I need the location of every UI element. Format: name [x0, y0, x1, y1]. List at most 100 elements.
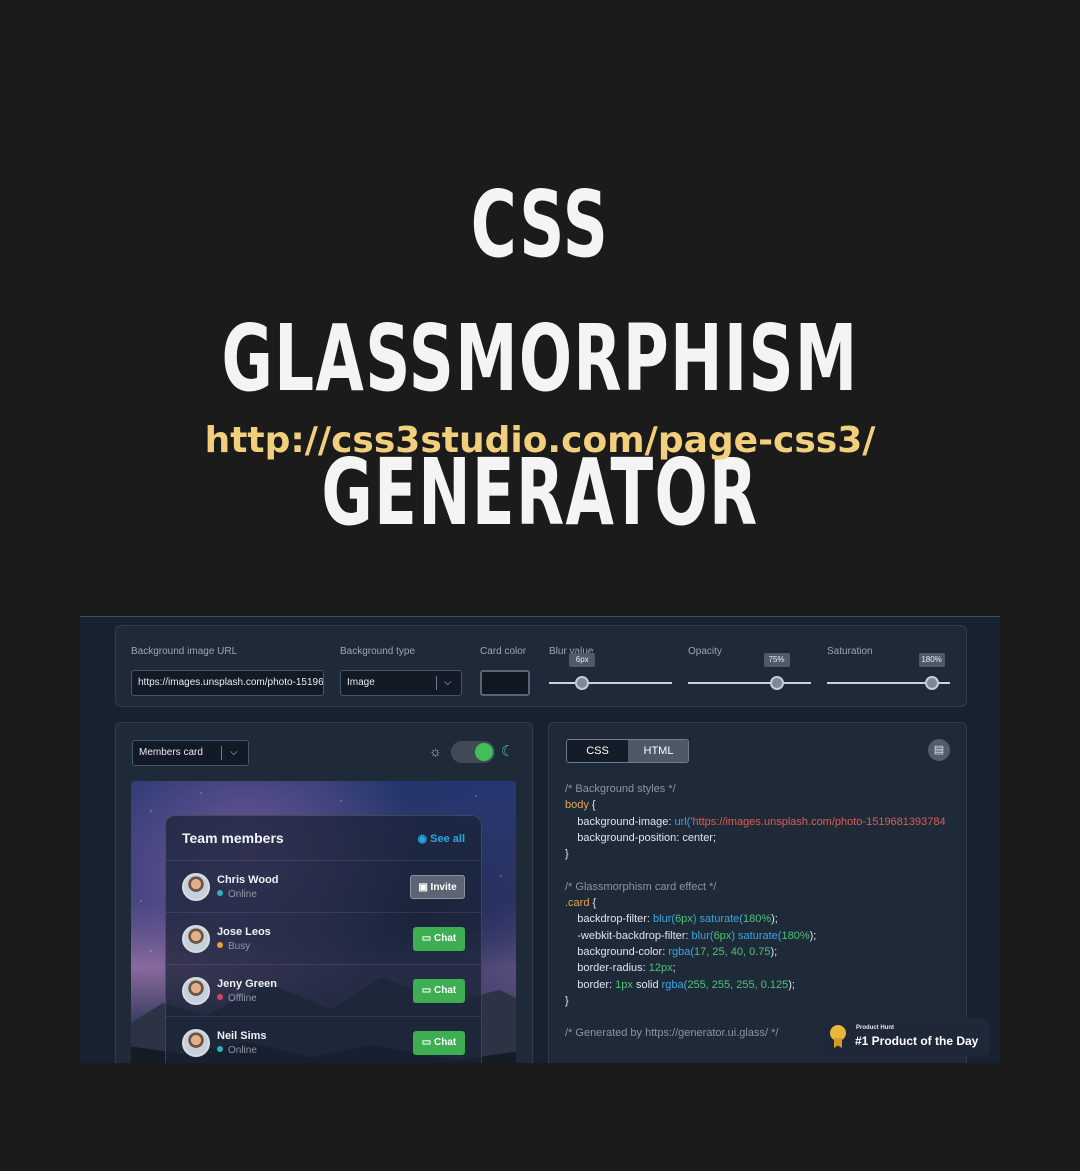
code-prop: border-radius: [565, 962, 649, 975]
code-tabs: CSS HTML [566, 739, 689, 763]
code-line: background-position: center; [565, 831, 717, 844]
slider-thumb[interactable] [924, 676, 939, 690]
tab-html[interactable]: HTML [628, 740, 688, 762]
chat-icon: ▭ [421, 985, 434, 996]
template-value: Members card [139, 747, 203, 758]
code-block[interactable]: /* Background styles */ body { backgroun… [565, 781, 955, 1042]
code-num: 6px [675, 913, 693, 926]
status-dot [217, 994, 223, 1000]
tab-css[interactable]: CSS [567, 740, 628, 762]
badge-source: Product Hunt [856, 1025, 894, 1031]
card-title: Team members [182, 830, 284, 846]
app-window: Background image URL https://images.unsp… [80, 616, 1000, 1063]
hero-title-line1: CSS GLASSMORPHISM [221, 171, 859, 412]
select-divider [436, 676, 437, 690]
code-prop: -webkit-backdrop-filter: [565, 929, 692, 942]
code-prop: background-image: [565, 815, 675, 828]
member-status-label: Busy [228, 941, 251, 952]
slider-tooltip: 75% [763, 653, 790, 667]
card-header: Team members ◉ See all [182, 830, 465, 850]
select-divider [221, 746, 222, 760]
slider-track [549, 682, 672, 684]
toggle-knob [475, 743, 493, 761]
code-prop: backdrop-filter: [565, 913, 654, 926]
theme-toggle[interactable] [451, 741, 495, 763]
code-punct: ); [770, 945, 778, 958]
see-all-label: See all [430, 833, 465, 845]
eye-icon: ◉ [417, 833, 428, 845]
status-dot [217, 890, 223, 896]
blur-slider[interactable]: 6px [549, 653, 672, 690]
slider-thumb[interactable] [575, 676, 590, 690]
clipboard-icon[interactable]: ▤ [928, 739, 950, 761]
user-add-icon: ▣ [418, 882, 431, 893]
chat-button[interactable]: ▭ Chat [413, 979, 465, 1003]
chevron-down-icon: ⌵ [444, 677, 452, 688]
member-name: Jose Leos [217, 926, 271, 938]
hero-url: http://css3studio.com/page-css3/ [204, 420, 876, 461]
code-fn: blur( [653, 913, 676, 926]
code-num: 17, 25, 40, 0.75 [694, 945, 771, 958]
opacity-slider[interactable]: 75% [688, 653, 811, 690]
slider-thumb[interactable] [769, 676, 784, 690]
preview-background: Team members ◉ See all Chris Wood Online… [131, 781, 516, 1063]
code-fn: ) [731, 929, 735, 942]
code-keyword: solid [632, 978, 662, 991]
code-brace: } [565, 848, 569, 861]
saturation-slider[interactable]: 180% [827, 653, 950, 690]
code-num: 12px [648, 962, 673, 975]
hero-title: CSS GLASSMORPHISM GENERATOR [173, 158, 907, 560]
member-row: Chris Wood Online ▣ Invite [166, 860, 481, 912]
medal-ribbon [834, 1038, 842, 1048]
code-punct: ); [771, 913, 778, 926]
member-row: Jose Leos Busy ▭ Chat [166, 912, 481, 964]
card-color-label: Card color [480, 646, 527, 657]
chat-label: Chat [434, 985, 457, 996]
code-fn: saturate( [699, 913, 743, 926]
member-status: Busy [217, 941, 250, 952]
avatar [182, 977, 210, 1005]
slider-track [688, 682, 811, 684]
moon-icon: ☾ [501, 743, 515, 760]
invite-button[interactable]: ▣ Invite [410, 875, 465, 899]
code-comment: /* Generated by https://generator.ui.gla… [565, 1027, 779, 1040]
chat-button[interactable]: ▭ Chat [413, 1031, 465, 1055]
status-dot [217, 942, 223, 948]
avatar [182, 873, 210, 901]
chat-button[interactable]: ▭ Chat [413, 927, 465, 951]
chat-icon: ▭ [421, 933, 434, 944]
code-fn: saturate( [738, 929, 782, 942]
code-brace: { [589, 897, 597, 910]
chevron-down-icon: ⌵ [230, 747, 238, 758]
controls-bar: Background image URL https://images.unsp… [115, 625, 967, 707]
slider-tooltip: 6px [569, 653, 596, 667]
card-color-swatch[interactable] [480, 670, 530, 696]
member-status: Online [217, 1045, 257, 1056]
code-selector: body [565, 799, 589, 812]
bg-url-input[interactable]: https://images.unsplash.com/photo-151968… [131, 670, 324, 696]
opacity-label: Opacity [688, 646, 722, 657]
code-fn: rgba( [668, 945, 695, 958]
member-row: Jeny Green Offline ▭ Chat [166, 964, 481, 1016]
code-num: 255, 255, 255, 0.125 [687, 978, 789, 991]
member-status-label: Online [228, 889, 257, 900]
code-prop: background-color: [565, 945, 669, 958]
code-punct: ); [788, 978, 795, 991]
code-num: 6px [713, 929, 732, 942]
saturation-label: Saturation [827, 646, 873, 657]
code-num: 180% [742, 913, 772, 926]
status-dot [217, 1046, 223, 1052]
code-fn: blur( [691, 929, 714, 942]
product-hunt-badge[interactable]: Product Hunt #1 Product of the Day [822, 1018, 990, 1056]
code-prop: border: [565, 978, 616, 991]
bg-type-select[interactable]: Image ⌵ [340, 670, 462, 696]
template-select[interactable]: Members card ⌵ [132, 740, 249, 766]
code-string: 'https://images.unsplash.com/photo-15196… [690, 815, 946, 828]
chat-label: Chat [434, 1037, 457, 1048]
member-status: Online [217, 889, 257, 900]
chat-label: Chat [434, 933, 457, 944]
code-punct: ); [809, 929, 817, 942]
member-row: Neil Sims Online ▭ Chat [166, 1016, 481, 1063]
code-num: 180% [781, 929, 810, 942]
see-all-link[interactable]: ◉ See all [417, 832, 465, 845]
